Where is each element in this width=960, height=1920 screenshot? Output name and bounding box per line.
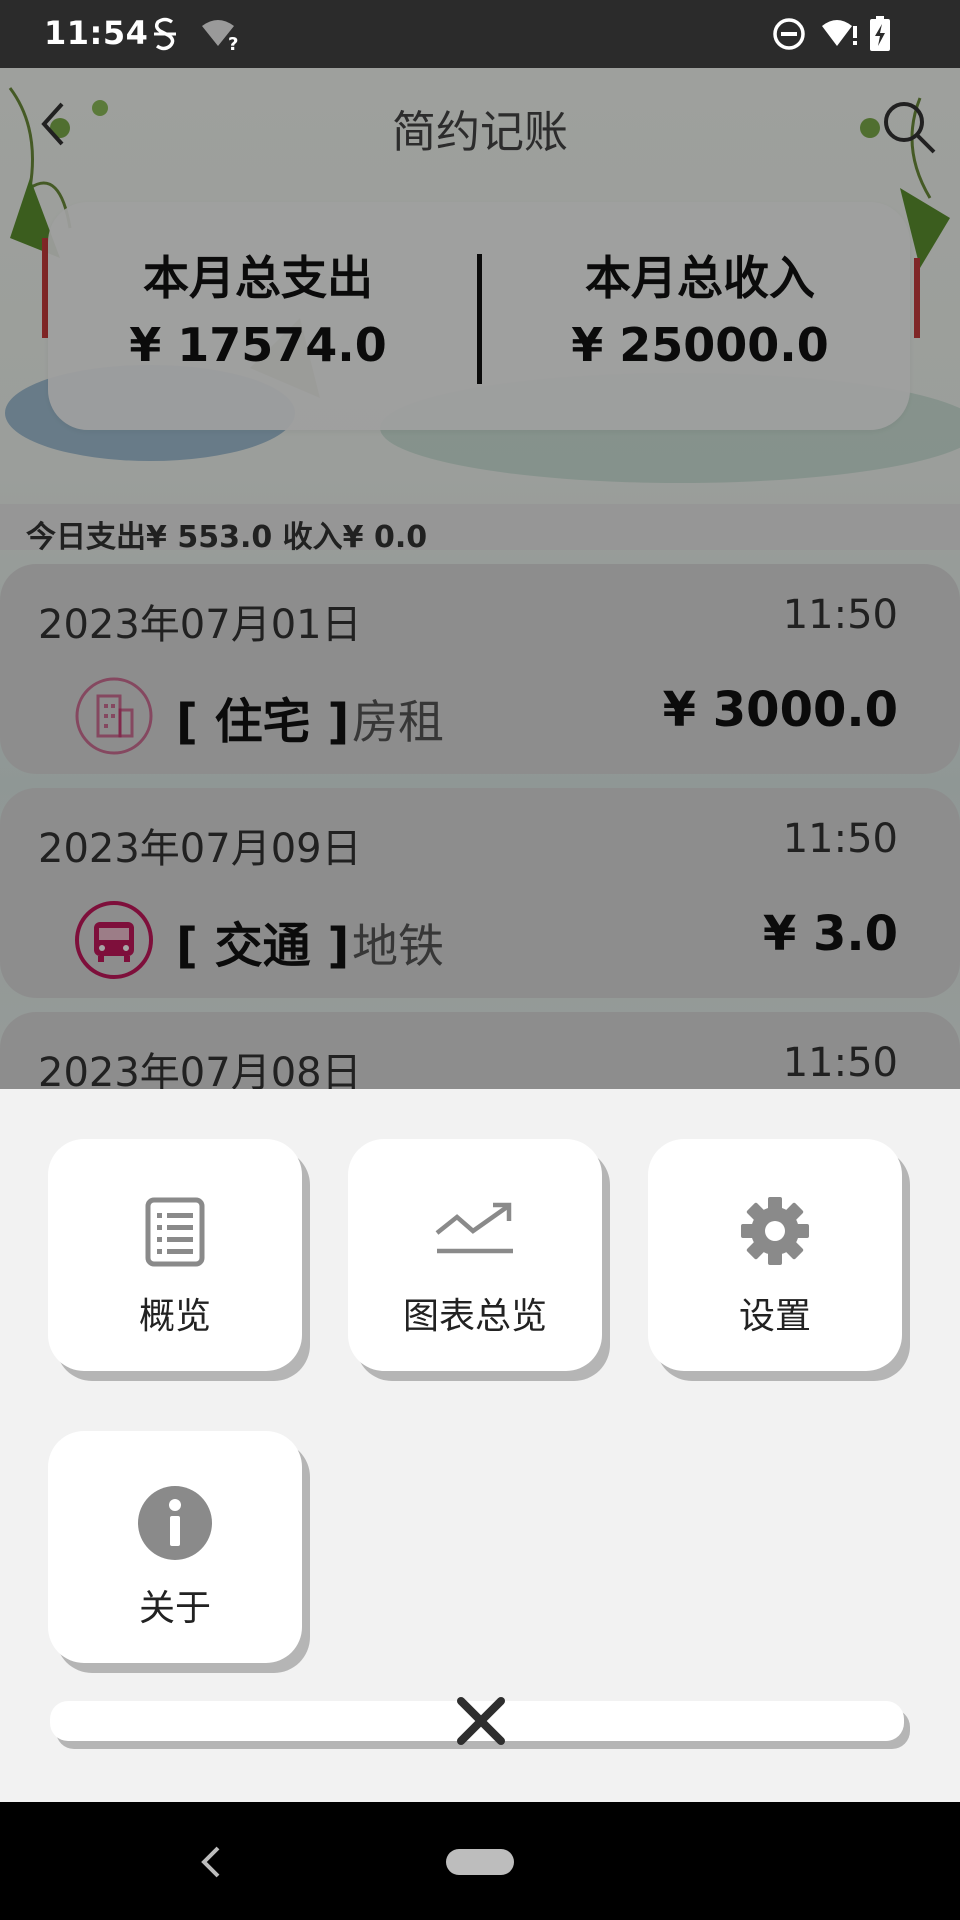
status-time: 11:54 (44, 14, 149, 52)
wifi-unknown-icon: ? (202, 20, 238, 54)
menu-about-label: 关于 (138, 1588, 211, 1629)
do-not-disturb-icon (773, 18, 805, 50)
gear-icon (741, 1197, 809, 1265)
menu-about-button[interactable]: 关于 (48, 1431, 302, 1663)
status-bar: 11:54 ? (0, 0, 960, 68)
menu-settings-label: 设置 (738, 1296, 811, 1337)
wifi-icon (822, 20, 857, 46)
svg-text:?: ? (228, 34, 238, 54)
notification-s-icon (154, 17, 176, 51)
close-menu-button[interactable] (50, 1697, 904, 1745)
menu-settings-button[interactable]: 设置 (648, 1139, 902, 1371)
menu-charts-label: 图表总览 (402, 1296, 547, 1337)
battery-charging-icon (870, 16, 890, 51)
info-icon (138, 1486, 212, 1560)
dim-overlay[interactable] (0, 68, 960, 1089)
menu-charts-button[interactable]: 图表总览 (348, 1139, 602, 1371)
list-document-icon (145, 1197, 205, 1267)
close-icon (457, 1697, 505, 1745)
bottom-menu-sheet: 概览 图表总览 设置 关于 (0, 1089, 960, 1802)
menu-overview-label: 概览 (138, 1296, 211, 1337)
trending-chart-icon (435, 1202, 513, 1254)
system-nav-bar (0, 1802, 960, 1920)
nav-back-icon[interactable] (196, 1842, 226, 1882)
nav-home-pill[interactable] (446, 1849, 514, 1875)
menu-overview-button[interactable]: 概览 (48, 1139, 302, 1371)
